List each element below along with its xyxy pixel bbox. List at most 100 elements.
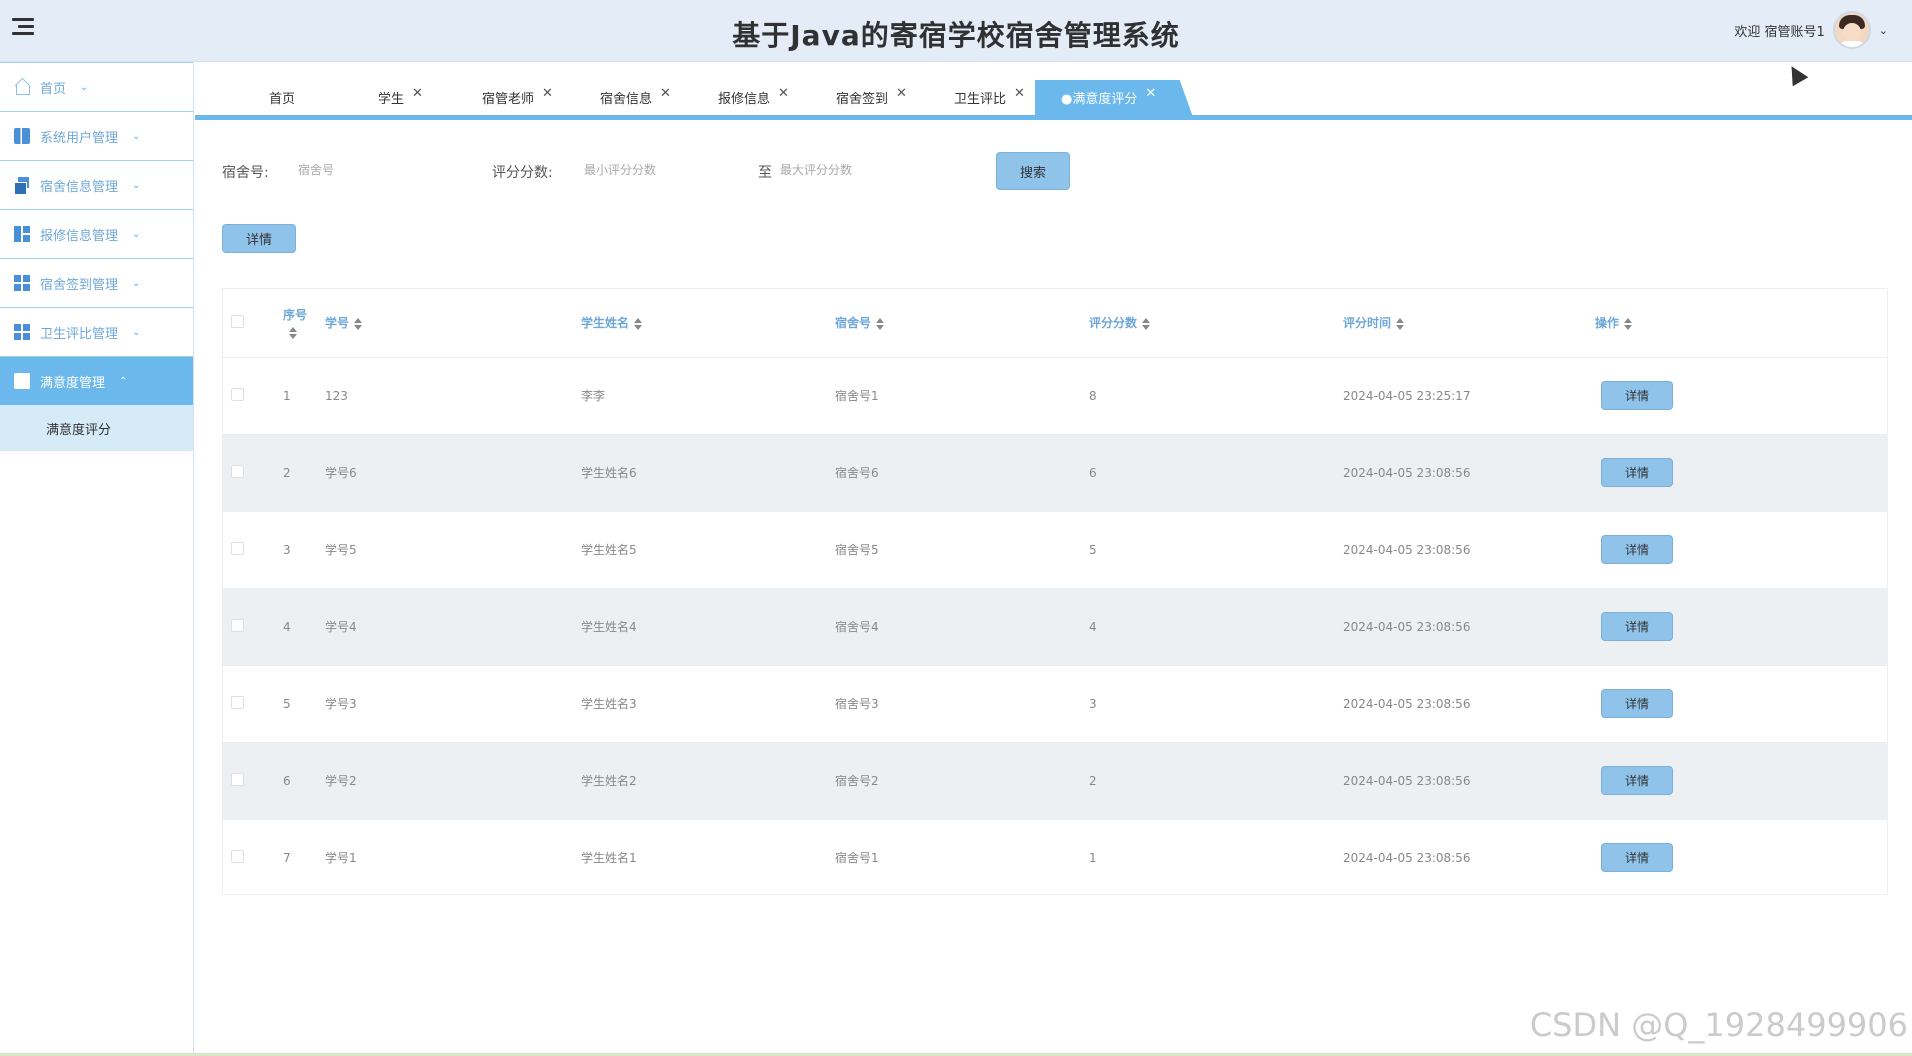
top-header: 基于Java的寄宿学校宿舍管理系统 欢迎 宿管账号1 ⌄: [0, 0, 1912, 62]
cell-score: 4: [1089, 619, 1097, 634]
cell-student-name: 学生姓名5: [581, 543, 637, 557]
select-all-checkbox[interactable]: [231, 314, 244, 328]
room-input[interactable]: [298, 157, 458, 183]
cell-room-no: 宿舍号6: [835, 466, 879, 480]
cell-student-no: 学号6: [325, 466, 357, 480]
tab-home[interactable]: 首页: [269, 80, 295, 115]
room-label: 宿舍号:: [222, 165, 269, 181]
search-form: 宿舍号: 评分分数: 至 搜索: [222, 150, 1912, 190]
sidebar-subitem-satisfaction-score[interactable]: 满意度评分: [0, 405, 193, 451]
sort-icon[interactable]: [354, 317, 363, 330]
cell-score-time: 2024-04-05 23:08:56: [1343, 773, 1471, 788]
watermark: CSDN @Q_1928499906: [1529, 1006, 1908, 1044]
sidebar-item-repair-info[interactable]: 报修信息管理 ⌄: [0, 209, 193, 258]
sidebar-item-label: 报修信息管理: [40, 228, 119, 244]
sidebar-item-dorm-checkin[interactable]: 宿舍签到管理 ⌄: [0, 258, 193, 307]
cell-student-no: 学号5: [325, 543, 357, 557]
cell-score-time: 2024-04-05 23:08:56: [1343, 696, 1471, 711]
sidebar-item-label: 宿舍信息管理: [40, 179, 119, 195]
grid-icon: [14, 324, 30, 340]
sidebar-item-label: 系统用户管理: [40, 130, 119, 146]
tab-label: 学生: [378, 92, 405, 107]
tab-repair-info[interactable]: 报修信息 ✕: [718, 80, 789, 115]
menu-toggle-icon[interactable]: [12, 18, 34, 40]
tab-students[interactable]: 学生 ✕: [378, 80, 423, 115]
sidebar-item-system-users[interactable]: 系统用户管理 ⌄: [0, 111, 193, 160]
sort-icon[interactable]: [634, 317, 643, 330]
cell-score: 3: [1089, 696, 1097, 711]
table-row: 2 学号6 学生姓名6 宿舍号6 6 2024-04-05 23:08:56 详…: [223, 434, 1887, 511]
row-checkbox[interactable]: [231, 695, 244, 709]
sort-icon[interactable]: [1142, 317, 1151, 330]
row-detail-button[interactable]: 详情: [1601, 766, 1673, 795]
max-score-input[interactable]: [780, 157, 950, 183]
sort-icon[interactable]: [289, 327, 297, 340]
tab-label: ●满意度评分: [1061, 92, 1138, 107]
cell-student-name: 学生姓名3: [581, 697, 637, 711]
tab-dorm-teachers[interactable]: 宿管老师 ✕: [482, 80, 553, 115]
close-icon[interactable]: ✕: [778, 86, 789, 101]
cell-room-no: 宿舍号2: [835, 774, 879, 788]
sidebar-item-hygiene[interactable]: 卫生评比管理 ⌄: [0, 307, 193, 356]
close-icon[interactable]: ✕: [660, 86, 671, 101]
chevron-down-icon[interactable]: ⌄: [1879, 24, 1888, 37]
table-header-row: 序号 学号 学生姓名 宿舍号 评分分数 评分时间 操作: [223, 289, 1887, 357]
tab-dorm-checkin[interactable]: 宿舍签到 ✕: [836, 80, 907, 115]
close-icon[interactable]: ✕: [1145, 86, 1156, 101]
min-score-input[interactable]: [584, 157, 744, 183]
row-checkbox[interactable]: [231, 387, 244, 401]
column-header-score-time[interactable]: 评分时间: [1343, 316, 1391, 330]
row-checkbox[interactable]: [231, 772, 244, 786]
row-detail-button[interactable]: 详情: [1601, 843, 1673, 873]
close-icon[interactable]: ✕: [896, 86, 907, 101]
search-button[interactable]: 搜索: [996, 152, 1070, 190]
chevron-down-icon: ⌄: [132, 326, 141, 338]
column-header-score[interactable]: 评分分数: [1089, 316, 1137, 330]
detail-button[interactable]: 详情: [222, 224, 296, 253]
sidebar-item-home[interactable]: 首页 ⌄: [0, 62, 193, 111]
cell-score: 8: [1089, 388, 1097, 403]
tab-satisfaction-score[interactable]: ●满意度评分 ✕: [1035, 80, 1193, 115]
cell-room-no: 宿舍号1: [835, 389, 879, 403]
table-row: 6 学号2 学生姓名2 宿舍号2 2 2024-04-05 23:08:56 详…: [223, 742, 1887, 819]
close-icon[interactable]: ✕: [412, 86, 423, 101]
cell-student-name: 学生姓名4: [581, 620, 637, 634]
row-detail-button[interactable]: 详情: [1601, 612, 1673, 641]
row-detail-button[interactable]: 详情: [1601, 535, 1673, 564]
cell-index: 3: [283, 542, 291, 557]
sort-icon[interactable]: [1624, 317, 1633, 330]
cell-score: 5: [1089, 542, 1097, 557]
row-checkbox[interactable]: [231, 541, 244, 555]
user-menu[interactable]: 欢迎 宿管账号1 ⌄: [1734, 10, 1888, 50]
cell-room-no: 宿舍号5: [835, 543, 879, 557]
sidebar-item-dorm-info[interactable]: 宿舍信息管理 ⌄: [0, 160, 193, 209]
column-header-student-no[interactable]: 学号: [325, 316, 349, 330]
table-row: 3 学号5 学生姓名5 宿舍号5 5 2024-04-05 23:08:56 详…: [223, 511, 1887, 588]
avatar[interactable]: [1832, 11, 1871, 49]
cell-student-no: 学号2: [325, 774, 357, 788]
cell-student-no: 学号4: [325, 620, 357, 634]
cell-room-no: 宿舍号1: [835, 851, 879, 866]
row-detail-button[interactable]: 详情: [1601, 458, 1673, 487]
row-detail-button[interactable]: 详情: [1601, 381, 1673, 410]
row-checkbox[interactable]: [231, 618, 244, 632]
chevron-down-icon: ⌄: [132, 277, 141, 289]
column-header-student-name[interactable]: 学生姓名: [581, 316, 629, 330]
home-icon: [14, 79, 30, 95]
row-detail-button[interactable]: 详情: [1601, 689, 1673, 718]
column-header-room-no[interactable]: 宿舍号: [835, 316, 871, 330]
sort-icon[interactable]: [876, 317, 885, 330]
tab-label: 宿舍信息: [600, 92, 653, 107]
sort-icon[interactable]: [1396, 317, 1405, 330]
row-checkbox[interactable]: [231, 464, 244, 478]
sidebar-item-satisfaction[interactable]: 满意度管理 ⌃: [0, 356, 193, 405]
cell-index: 2: [283, 465, 291, 480]
close-icon[interactable]: ✕: [1014, 86, 1025, 101]
tab-dorm-info[interactable]: 宿舍信息 ✕: [600, 80, 671, 115]
row-checkbox[interactable]: [231, 849, 244, 863]
close-icon[interactable]: ✕: [542, 86, 553, 101]
cell-student-name: 学生姓名6: [581, 466, 637, 480]
chevron-up-icon: ⌃: [119, 375, 128, 387]
dashboard-icon: [14, 226, 30, 242]
tab-hygiene[interactable]: 卫生评比 ✕: [954, 80, 1025, 115]
